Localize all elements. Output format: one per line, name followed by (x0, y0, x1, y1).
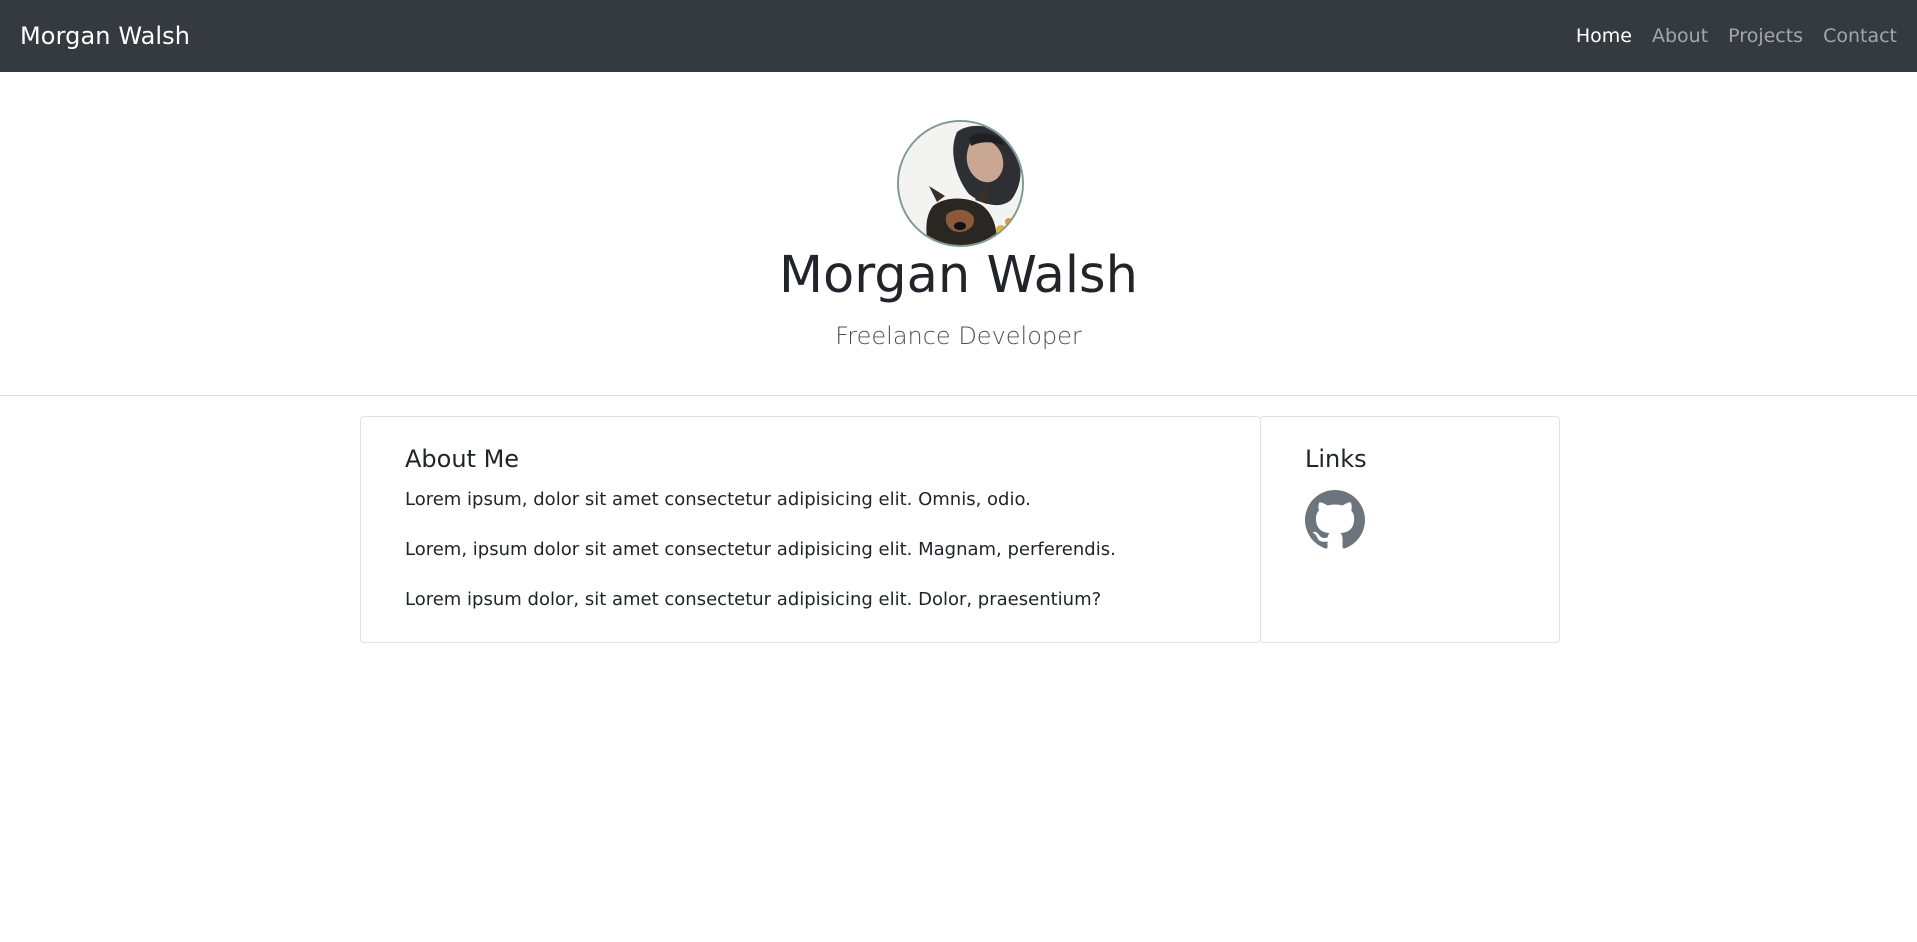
nav-link-about[interactable]: About (1652, 25, 1708, 47)
about-card: About Me Lorem ipsum, dolor sit amet con… (360, 416, 1261, 643)
avatar (897, 120, 1024, 247)
nav-link-contact[interactable]: Contact (1823, 25, 1897, 47)
about-paragraph: Lorem ipsum, dolor sit amet consectetur … (405, 488, 1031, 510)
about-paragraph: Lorem, ipsum dolor sit amet consectetur … (405, 538, 1116, 560)
links-title: Links (1305, 445, 1367, 473)
avatar-photo (899, 122, 1022, 245)
brand-link[interactable]: Morgan Walsh (20, 22, 190, 50)
about-title: About Me (405, 445, 520, 473)
github-link[interactable] (1305, 489, 1365, 550)
nav-link-home[interactable]: Home (1576, 25, 1632, 47)
nav-link-projects[interactable]: Projects (1728, 25, 1803, 47)
navbar: Morgan Walsh Home About Projects Contact (0, 0, 1917, 72)
hero-section: Morgan Walsh Freelance Developer (0, 72, 1917, 396)
hero-subtitle: Freelance Developer (835, 322, 1082, 350)
about-paragraph: Lorem ipsum dolor, sit amet consectetur … (405, 588, 1102, 610)
hero-name: Morgan Walsh (779, 246, 1138, 305)
nav-links: Home About Projects Contact (1576, 25, 1897, 47)
links-card: Links (1260, 416, 1560, 643)
github-icon (1305, 489, 1365, 549)
